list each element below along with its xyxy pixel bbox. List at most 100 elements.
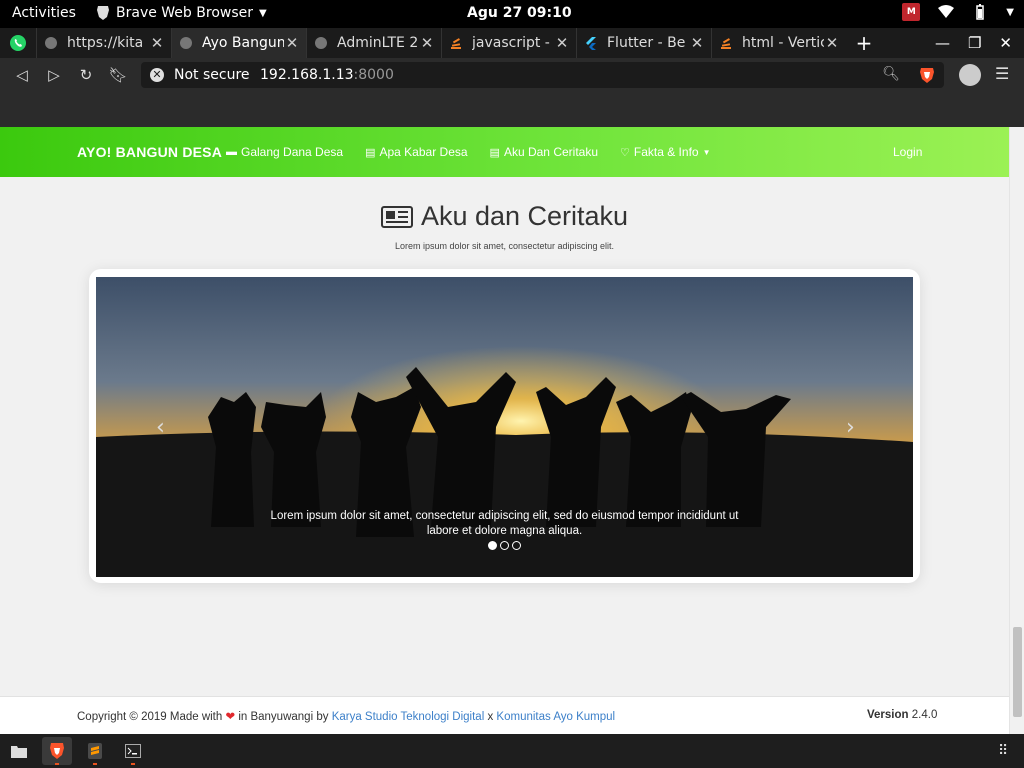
bookmark-icon[interactable]: 🔖︎ [107,64,129,86]
nav-galang-dana-desa[interactable]: ▬ Galang Dana Desa [226,145,343,159]
pinned-tab-whatsapp[interactable] [0,28,36,58]
profile-avatar-icon[interactable] [959,64,981,86]
window-controls: — ❐ ✕ [935,28,1024,58]
new-tab-button[interactable]: + [846,28,882,58]
dock-terminal[interactable] [118,737,148,765]
restore-icon[interactable]: ❐ [968,34,981,52]
tab-2[interactable]: AdminLTE 2 ✕ [306,28,441,58]
app-menu-label: Brave Web Browser [116,5,253,21]
nav-aku-dan-ceritaku[interactable]: ▤ Aku Dan Ceritaku [490,145,598,159]
site-nav-links: ▬ Galang Dana Desa ▤ Apa Kabar Desa ▤ Ak… [226,145,711,159]
close-icon[interactable]: ✕ [149,34,165,52]
footer-link-komunitas[interactable]: Komunitas Ayo Kumpul [496,711,615,723]
carousel-card: ‹ › Lorem ipsum dolor sit amet, consecte… [89,269,920,583]
brave-shields-icon[interactable] [918,66,936,84]
clock[interactable]: Agu 27 09:10 [467,5,572,21]
nav-label: Apa Kabar Desa [379,145,468,159]
brave-icon [50,743,64,759]
battery-icon [976,4,985,20]
dock-sublime[interactable] [80,737,110,765]
section-heading: Aku dan Ceritaku [0,201,1009,232]
security-label[interactable]: Not secure [174,67,250,83]
footer-link-karya-studio[interactable]: Karya Studio Teknologi Digital [332,711,485,723]
version-number: 2.4.0 [911,709,938,721]
dock-brave[interactable] [42,737,72,765]
nav-label: Galang Dana Desa [241,145,344,159]
scrollbar-thumb[interactable] [1013,627,1022,717]
nav-label: Fakta & Info [633,145,699,159]
url-host: 192.168.1.13 [260,67,354,83]
forward-icon[interactable]: ▷ [43,64,65,86]
bookmark-bar [0,92,1024,127]
reload-icon[interactable]: ↻ [75,64,97,86]
zoom-icon[interactable]: 🔍︎ [882,66,900,82]
whatsapp-icon [10,35,26,51]
address-bar[interactable]: ✕ Not secure 192.168.1.13:8000 🔍︎ [141,62,944,88]
site-brand[interactable]: AYO! BANGUN DESA [77,144,222,160]
close-icon[interactable]: ✕ [689,34,705,52]
app-grid-icon[interactable]: ⠿ [998,743,1008,759]
nav-apa-kabar-desa[interactable]: ▤ Apa Kabar Desa [365,145,467,159]
archive-icon: ▬ [226,146,237,158]
brave-lion-icon [97,6,109,20]
site-footer: Copyright © 2019 Made with ❤ in Banyuwan… [0,696,1009,734]
copyright-location: in Banyuwangi by [238,711,329,723]
back-icon[interactable]: ◁ [11,64,33,86]
dock-files[interactable] [4,737,34,765]
section-subtitle: Lorem ipsum dolor sit amet, consectetur … [394,241,615,251]
app-menu[interactable]: Brave Web Browser ▼ [96,5,267,21]
minimize-icon[interactable]: — [935,34,950,52]
url-port: :8000 [353,67,394,83]
carousel-prev-icon[interactable]: ‹ [156,415,165,440]
newspaper-icon: ▤ [489,146,500,159]
close-icon[interactable]: ✕ [284,34,300,52]
page-title: Aku dan Ceritaku [420,201,629,231]
system-tray[interactable]: M ▼ [902,3,1014,21]
heart-icon: ♡ [620,146,630,159]
tab-title: Ayo Bangun [202,35,284,51]
nav-label: Aku Dan Ceritaku [503,145,598,159]
tab-0[interactable]: https://kita ✕ [36,28,171,58]
nav-fakta-info[interactable]: ♡ Fakta & Info ▼ [620,145,711,159]
tab-title: Flutter - Be [607,35,686,51]
footer-separator: x [487,711,494,723]
footer-copyright: Copyright © 2019 Made with ❤ in Banyuwan… [77,709,615,723]
newspaper-icon: ▤ [365,146,376,159]
running-indicator [131,763,135,765]
carousel-next-icon[interactable]: › [846,415,855,440]
flutter-icon [583,35,599,51]
activities-button[interactable]: Activities [12,5,76,21]
carousel-indicator[interactable] [500,541,509,550]
close-icon[interactable]: ✕ [824,34,840,52]
newspaper-icon [380,205,413,228]
globe-icon [313,35,329,51]
indicator-app-icon[interactable]: M [902,3,921,21]
menu-icon[interactable]: ☰ [995,64,1009,83]
close-icon[interactable]: ✕ [419,34,435,52]
wifi-icon [938,5,955,18]
folder-icon [11,745,27,758]
tab-title: AdminLTE 2 [337,35,419,51]
terminal-icon [125,744,141,758]
web-page: AYO! BANGUN DESA ▬ Galang Dana Desa ▤ Ap… [0,127,1009,734]
url-text[interactable]: 192.168.1.13:8000 [260,67,394,83]
carousel-indicator[interactable] [488,541,497,550]
page-scrollbar[interactable] [1009,127,1024,734]
version-label: Version [867,709,909,721]
tab-title: html - Vertic [742,35,824,51]
tab-3[interactable]: javascript - ✕ [441,28,576,58]
chevron-down-icon: ▼ [259,7,267,19]
tab-1[interactable]: Ayo Bangun ✕ [171,28,306,58]
carousel-indicator[interactable] [512,541,521,550]
not-secure-icon[interactable]: ✕ [150,68,164,82]
system-top-bar: Activities Brave Web Browser ▼ Agu 27 09… [0,0,1024,28]
tab-5[interactable]: html - Vertic ✕ [711,28,846,58]
carousel-caption: Lorem ipsum dolor sit amet, consectetur … [270,510,739,537]
carousel-indicators [488,541,521,550]
chevron-down-icon[interactable]: ▼ [1006,7,1014,18]
close-window-icon[interactable]: ✕ [999,34,1012,52]
close-icon[interactable]: ✕ [554,34,570,52]
tab-4[interactable]: Flutter - Be ✕ [576,28,711,58]
login-link[interactable]: Login [893,145,922,159]
image-carousel[interactable]: ‹ › Lorem ipsum dolor sit amet, consecte… [96,277,913,577]
